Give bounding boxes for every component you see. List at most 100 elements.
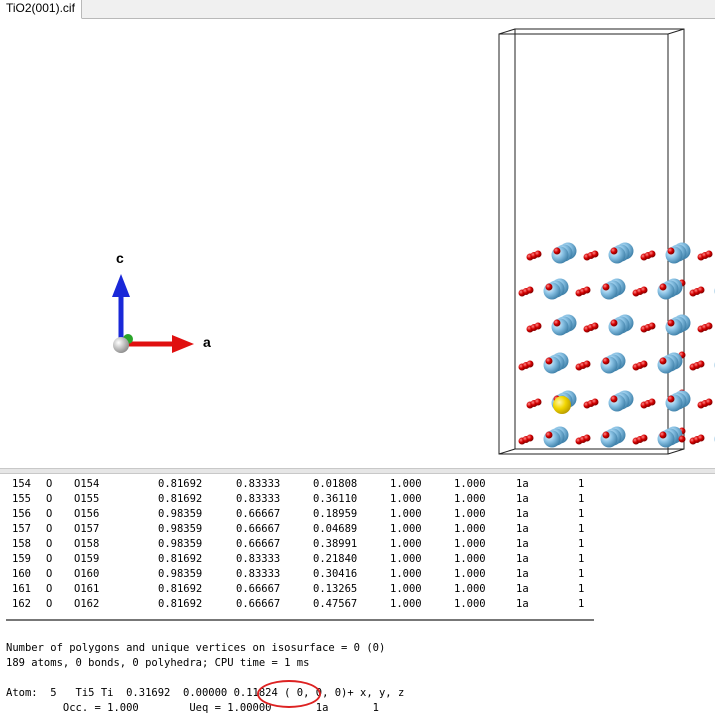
oxygen-atom [640,434,648,442]
cell-z: 0.30416 [313,568,358,580]
oxygen-atom [667,247,675,255]
oxygen-atom [697,434,705,442]
cell-el: O [46,583,53,595]
cell-el: O [46,493,53,505]
oxygen-atom [697,286,705,294]
cell-y: 0.66667 [236,598,281,610]
oxygen-atom [553,247,561,255]
table-row: 156 O O156 0.98359 0.66667 0.18959 1.000 1.000 1… [0,507,600,522]
oxygen-atom [591,322,599,330]
oxygen-atom [705,250,713,258]
table-row: 162 O O162 0.81692 0.66667 0.47567 1.000 1.000 1… [0,597,600,612]
c-axis-label: c [116,250,124,266]
cell-x: 0.98359 [158,523,203,535]
cell-label: O155 [74,493,100,505]
cell-label: O160 [74,568,100,580]
cell-y: 0.83333 [236,478,281,490]
oxygen-atom [526,360,534,368]
cell-idx: 155 [12,493,31,505]
cell-label: O154 [74,478,100,490]
oxygen-atom [545,283,553,291]
table-row: 161 O O161 0.81692 0.66667 0.13265 1.000 1.000 1… [0,582,600,597]
cell-site: 1a [516,493,529,505]
cell-label: O161 [74,583,100,595]
oxygen-atom [659,283,667,291]
cell-idx: 162 [12,598,31,610]
cell-el: O [46,538,53,550]
cell-z: 0.38991 [313,538,358,550]
cell-occ: 1.000 [390,553,422,565]
oxygen-atom [591,250,599,258]
oxygen-atom [545,431,553,439]
cell-occ: 1.000 [390,493,422,505]
oxygen-atom [583,434,591,442]
cell-idx: 158 [12,538,31,550]
cell-idx: 159 [12,553,31,565]
oxygen-atom [534,322,542,330]
titanium-atom [665,246,683,264]
cell-u: 1.000 [454,493,486,505]
titanium-atom [608,394,626,412]
titanium-atom [543,430,561,448]
structure-viewport[interactable]: c a [0,19,715,468]
unit-cell-box [498,28,685,455]
structure-canvas[interactable] [0,19,715,468]
titanium-atom [665,318,683,336]
oxygen-atom [667,395,675,403]
table-row: 158 O O158 0.98359 0.66667 0.38991 1.000 1.000 1… [0,537,600,552]
tab-tio2-cif[interactable]: TiO2(001).cif [0,0,82,19]
cell-z: 0.18959 [313,508,358,520]
oxygen-atom [610,395,618,403]
oxygen-atom [705,398,713,406]
cell-u: 1.000 [454,523,486,535]
cell-site: 1a [516,538,529,550]
cell-el: O [46,553,53,565]
cell-u: 1.000 [454,538,486,550]
oxygen-atom [583,286,591,294]
oxygen-atom [659,357,667,365]
oxygen-atom [678,435,686,443]
cell-sym: 1 [578,568,585,580]
cell-el: O [46,598,53,610]
oxygen-atom [648,250,656,258]
cell-site: 1a [516,553,529,565]
cell-label: O158 [74,538,100,550]
table-row: 154 O O154 0.81692 0.83333 0.01808 1.000 1.000 1… [0,477,600,492]
cell-idx: 161 [12,583,31,595]
cell-occ: 1.000 [390,523,422,535]
titanium-atom [551,318,569,336]
cell-z: 0.01808 [313,478,358,490]
polygon-info: Number of polygons and unique vertices o… [6,642,386,654]
cell-x: 0.98359 [158,568,203,580]
oxygen-atom [697,360,705,368]
titanium-atom [665,394,683,412]
titanium-atom [657,356,675,374]
oxygen-atom [640,360,648,368]
cell-x: 0.81692 [158,478,203,490]
cell-u: 1.000 [454,508,486,520]
oxygen-atom [534,398,542,406]
cell-u: 1.000 [454,478,486,490]
oxygen-atom [526,286,534,294]
cell-site: 1a [516,523,529,535]
cell-y: 0.66667 [236,508,281,520]
atom-info-prefix: Atom: 5 Ti5 Ti 0.31692 0.00000 [6,687,234,699]
cell-occ: 1.000 [390,478,422,490]
cell-y: 0.83333 [236,553,281,565]
titanium-atom [608,246,626,264]
oxygen-atom [648,398,656,406]
cell-x: 0.81692 [158,598,203,610]
cell-idx: 160 [12,568,31,580]
cell-x: 0.81692 [158,583,203,595]
cell-u: 1.000 [454,568,486,580]
cell-site: 1a [516,568,529,580]
cell-idx: 156 [12,508,31,520]
cell-label: O157 [74,523,100,535]
oxygen-atom [602,357,610,365]
cell-x: 0.98359 [158,538,203,550]
cell-sym: 1 [578,553,585,565]
cell-el: O [46,508,53,520]
oxygen-atom [545,357,553,365]
titanium-atom [600,356,618,374]
cell-z: 0.47567 [313,598,358,610]
